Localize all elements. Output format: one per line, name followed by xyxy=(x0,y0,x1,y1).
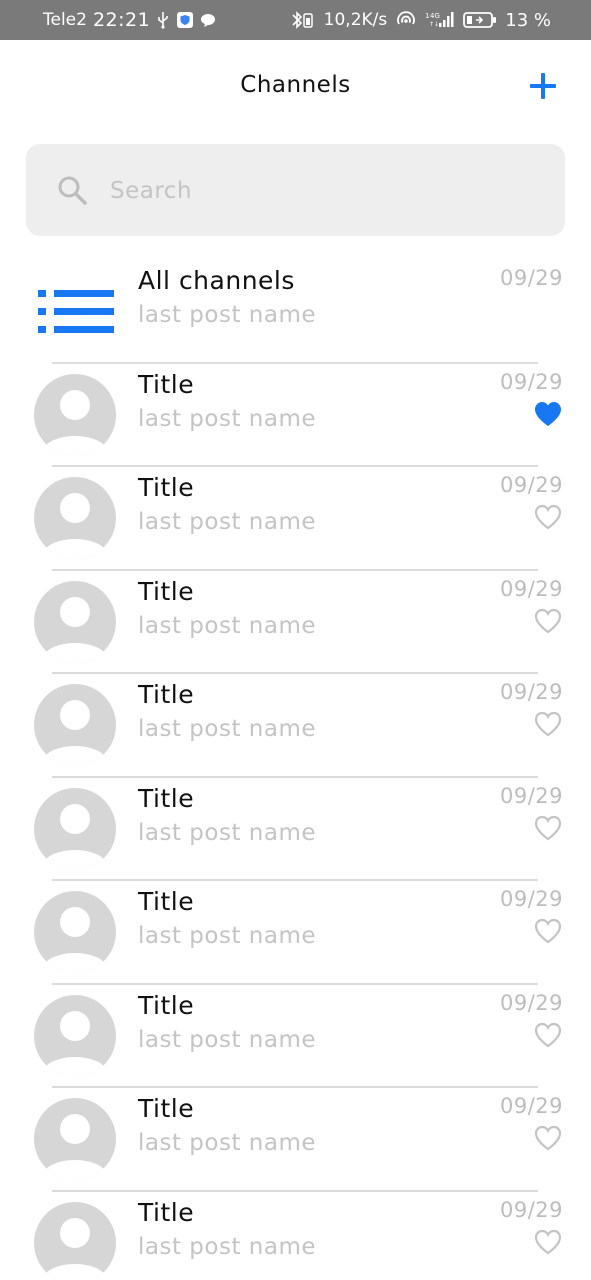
channel-date: 09/29 xyxy=(499,783,563,808)
heart-outline-icon[interactable] xyxy=(533,1021,563,1049)
list-item[interactable]: Title last post name 09/29 xyxy=(0,985,591,1088)
avatar-placeholder-icon xyxy=(34,787,116,870)
add-channel-button[interactable] xyxy=(525,68,561,104)
heart-outline-icon[interactable] xyxy=(533,503,563,531)
status-bar: Tele2 22:21 10,2K/s 1 4G ↑↓ 13 % xyxy=(0,0,591,40)
heart-outline-icon[interactable] xyxy=(533,917,563,945)
channel-date: 09/29 xyxy=(499,266,563,290)
channel-date: 09/29 xyxy=(499,990,563,1015)
page-title: Channels xyxy=(240,72,351,98)
channel-name: Title xyxy=(138,783,195,813)
avatar-placeholder-icon xyxy=(34,684,116,766)
channel-date: 09/29 xyxy=(499,576,563,601)
list-item[interactable]: Title last post name 09/29 xyxy=(0,467,591,571)
svg-text:↑↓: ↑↓ xyxy=(429,21,439,28)
status-bar-right: 10,2K/s 1 4G ↑↓ 13 % xyxy=(290,10,551,31)
channel-name: Title xyxy=(138,369,195,399)
channel-name: Title xyxy=(138,990,195,1020)
bluetooth-icon xyxy=(290,10,316,30)
search-input[interactable] xyxy=(110,168,530,214)
list-item[interactable]: Title last post name 09/29 xyxy=(0,674,591,778)
channel-date: 09/29 xyxy=(499,887,563,911)
list-item[interactable]: Title last post name 09/29 xyxy=(0,881,591,985)
battery-level: 13 % xyxy=(505,9,551,31)
avatar-placeholder-icon xyxy=(34,891,116,973)
heart-outline-icon[interactable] xyxy=(533,607,563,635)
last-post-name: last post name xyxy=(138,1130,317,1156)
channel-list: All channels last post name 09/29 Title … xyxy=(0,260,591,1280)
channel-date: 09/29 xyxy=(499,1197,563,1222)
channel-name: Title xyxy=(138,1197,195,1227)
list-item-all-channels[interactable]: All channels last post name 09/29 xyxy=(0,260,591,364)
list-item[interactable]: Title last post name 09/29 xyxy=(0,364,591,467)
list-icon xyxy=(38,290,114,333)
last-post-name: last post name xyxy=(138,302,317,328)
last-post-name: last post name xyxy=(138,612,317,639)
svg-text:1: 1 xyxy=(425,12,429,20)
list-item[interactable]: Title last post name 09/29 xyxy=(0,571,591,674)
channel-date: 09/29 xyxy=(499,680,563,704)
heart-outline-icon[interactable] xyxy=(533,1124,563,1152)
svg-text:4G: 4G xyxy=(430,12,440,20)
avatar-placeholder-icon xyxy=(34,1098,116,1180)
channel-date: 09/29 xyxy=(499,473,563,497)
heart-filled-icon[interactable] xyxy=(533,400,563,428)
channel-name: Title xyxy=(138,1094,195,1123)
avatar-placeholder-icon xyxy=(34,580,116,663)
channel-name: Title xyxy=(138,887,195,916)
avatar-placeholder-icon xyxy=(34,373,116,456)
last-post-name: last post name xyxy=(138,509,317,535)
chat-icon xyxy=(200,12,216,28)
channel-date: 09/29 xyxy=(499,369,563,394)
list-item[interactable]: Title last post name 09/29 xyxy=(0,1088,591,1192)
channel-name: Title xyxy=(138,473,195,502)
last-post-name: last post name xyxy=(138,1233,317,1260)
list-item[interactable]: Title last post name 09/29 xyxy=(0,1192,591,1280)
last-post-name: last post name xyxy=(138,405,317,432)
last-post-name: last post name xyxy=(138,923,317,949)
avatar-placeholder-icon xyxy=(34,477,116,559)
signal-icon: 1 4G ↑↓ xyxy=(425,10,455,30)
last-post-name: last post name xyxy=(138,1026,317,1053)
list-item[interactable]: Title last post name 09/29 xyxy=(0,778,591,881)
carrier-label: Tele2 xyxy=(43,10,87,30)
heart-outline-icon[interactable] xyxy=(533,1228,563,1256)
network-speed: 10,2K/s xyxy=(323,10,388,30)
shield-icon xyxy=(176,11,194,29)
usb-icon xyxy=(156,11,170,29)
last-post-name: last post name xyxy=(138,819,317,846)
hotspot-icon xyxy=(395,10,417,30)
avatar-placeholder-icon xyxy=(34,1201,116,1280)
clock: 22:21 xyxy=(92,9,151,31)
channel-date: 09/29 xyxy=(499,1094,563,1118)
search-bar[interactable] xyxy=(26,144,565,236)
battery-icon xyxy=(463,10,497,30)
plus-icon xyxy=(530,73,556,99)
status-bar-left: Tele2 22:21 xyxy=(43,9,216,31)
heart-outline-icon[interactable] xyxy=(533,710,563,738)
avatar-placeholder-icon xyxy=(34,994,116,1077)
heart-outline-icon[interactable] xyxy=(533,814,563,842)
app-header: Channels xyxy=(0,40,591,136)
last-post-name: last post name xyxy=(138,716,317,742)
channel-name: All channels xyxy=(138,266,295,295)
channel-name: Title xyxy=(138,576,195,606)
channel-name: Title xyxy=(138,680,195,709)
search-icon xyxy=(58,176,87,205)
